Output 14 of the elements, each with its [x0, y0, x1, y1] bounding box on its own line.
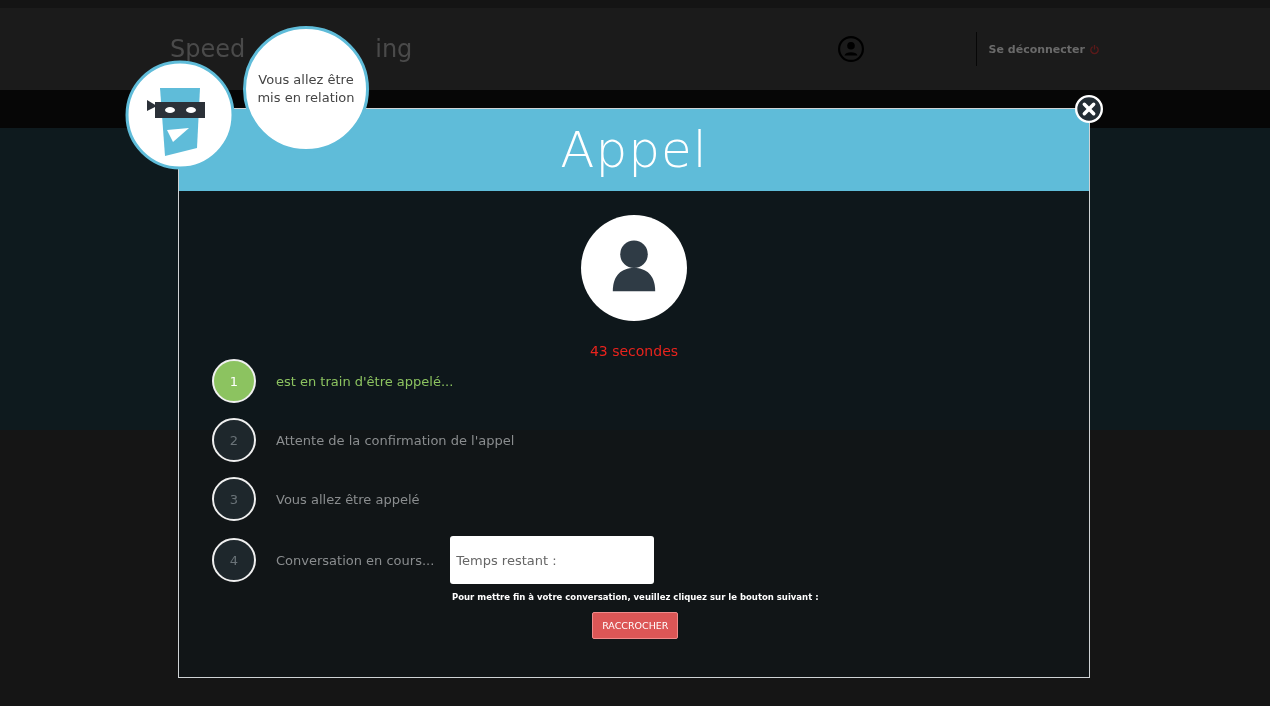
countdown-text: 43 secondes [589, 343, 679, 359]
step-label: Conversation en cours... [276, 552, 435, 568]
bubble-text: Vous allez être mis en relation [256, 71, 356, 107]
logout-link[interactable]: Se déconnecter [988, 42, 1085, 56]
step-label: est en train d'être appelé... [276, 373, 454, 389]
hangup-button[interactable]: RACCROCHER [592, 612, 679, 639]
power-icon[interactable] [1089, 43, 1100, 55]
dialog-title: Appel [560, 121, 708, 179]
time-remaining-box: Temps restant : [450, 536, 655, 584]
step-label: Attente de la confirmation de l'appel [276, 432, 515, 448]
user-icon[interactable] [837, 36, 864, 62]
step-label: Vous allez être appelé [276, 491, 420, 507]
hangup-instruction: Pour mettre fin à votre conversation, veuillez cliquez sur le bouton suivant : [452, 592, 819, 602]
user-avatar-icon [581, 215, 687, 321]
